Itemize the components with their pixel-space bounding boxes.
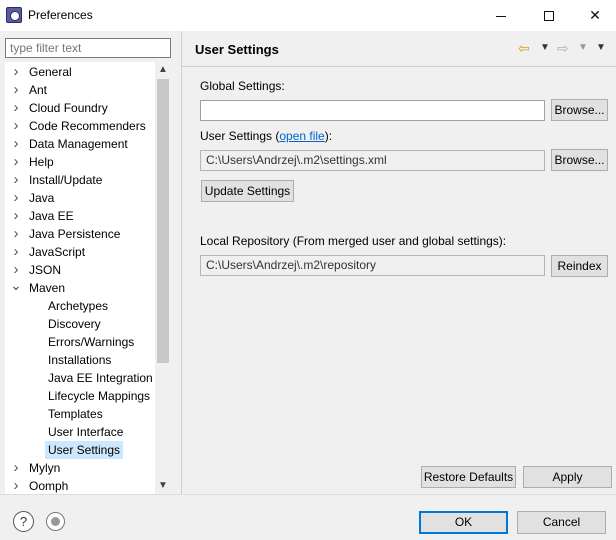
chevron-right-icon[interactable]: › [10, 225, 22, 242]
chevron-right-icon[interactable]: › [10, 207, 22, 224]
chevron-right-icon[interactable]: › [10, 99, 22, 116]
tree-item-label: JavaScript [29, 245, 86, 259]
tree-item-label: Lifecycle Mappings [48, 389, 151, 403]
user-settings-field[interactable]: C:\Users\Andrzej\.m2\settings.xml [200, 150, 545, 171]
window-title: Preferences [28, 8, 93, 22]
minimize-icon [496, 15, 506, 17]
chevron-right-icon[interactable]: › [10, 81, 22, 98]
scroll-up-icon[interactable]: ▲ [155, 62, 171, 78]
import-export-icon[interactable] [46, 512, 65, 531]
maximize-icon [544, 11, 554, 22]
chevron-right-icon[interactable]: › [10, 117, 22, 134]
chevron-right-icon[interactable]: › [10, 477, 22, 494]
chevron-right-icon[interactable]: › [10, 153, 22, 170]
browse-user-button[interactable]: Browse... [551, 149, 608, 171]
chevron-down-icon[interactable]: ⌄ [10, 278, 22, 292]
back-arrow-icon[interactable]: ⇦ [518, 40, 530, 57]
tree-item-label: General [29, 65, 72, 79]
chevron-right-icon[interactable]: › [10, 243, 22, 260]
tree-scrollbar[interactable]: ▲ ▼ [155, 62, 171, 494]
ok-button[interactable]: OK [419, 511, 508, 534]
tree-item-label: Ant [29, 83, 48, 97]
tree-item-label: Java EE [29, 209, 74, 223]
pane-divider[interactable] [181, 31, 182, 494]
user-settings-label: User Settings (open file): [200, 129, 332, 143]
browse-global-button[interactable]: Browse... [551, 99, 608, 121]
tree-item-label: Errors/Warnings [48, 335, 135, 349]
tree-item-label: Java Persistence [29, 227, 121, 241]
tree-item-label: Install/Update [29, 173, 103, 187]
global-settings-label: Global Settings: [200, 79, 285, 93]
title-bar: Preferences ✕ [0, 0, 616, 31]
chevron-right-icon[interactable]: › [10, 171, 22, 188]
global-settings-field[interactable] [200, 100, 545, 121]
open-file-link[interactable]: open file [279, 129, 324, 143]
maximize-button[interactable] [526, 0, 572, 31]
user-settings-label-suffix: ): [324, 129, 333, 143]
forward-dropdown-icon[interactable]: ▼ [578, 42, 588, 53]
help-icon[interactable]: ? [13, 511, 34, 532]
filter-input[interactable] [5, 38, 171, 58]
chevron-right-icon[interactable]: › [10, 261, 22, 278]
tree-item-label: JSON [29, 263, 62, 277]
tree-item-label: Templates [48, 407, 103, 421]
tree-item-label: Code Recommenders [29, 119, 146, 133]
tree-item-label: Data Management [29, 137, 128, 151]
close-button[interactable]: ✕ [572, 0, 616, 31]
chevron-right-icon[interactable]: › [10, 459, 22, 476]
reindex-button[interactable]: Reindex [551, 255, 608, 277]
page-title: User Settings [195, 42, 279, 57]
chevron-right-icon[interactable]: › [10, 189, 22, 206]
cancel-button[interactable]: Cancel [517, 511, 606, 534]
tree-item-label: Maven [29, 281, 66, 295]
tree-item-label: Java EE Integration [48, 371, 153, 385]
tree-item-label: Mylyn [29, 461, 61, 475]
tree-item-label: Help [29, 155, 54, 169]
local-repository-label: Local Repository (From merged user and g… [200, 234, 507, 248]
scroll-down-icon[interactable]: ▼ [155, 478, 171, 494]
header-divider [182, 66, 616, 67]
back-dropdown-icon[interactable]: ▼ [540, 42, 550, 53]
update-settings-button[interactable]: Update Settings [201, 180, 294, 202]
tree-item-label: User Settings [45, 441, 124, 459]
scroll-thumb[interactable] [157, 79, 169, 363]
preferences-tree[interactable]: ▲ ▼ › General › Ant › Cloud Foundry › Code Reco… [5, 62, 171, 494]
tree-item-label: Installations [48, 353, 112, 367]
minimize-button[interactable] [478, 0, 524, 31]
tree-item-label: Java [29, 191, 55, 205]
chevron-right-icon[interactable]: › [10, 135, 22, 152]
apply-button[interactable]: Apply [523, 466, 612, 488]
local-repository-field: C:\Users\Andrzej\.m2\repository [200, 255, 545, 276]
tree-item-label: Archetypes [48, 299, 109, 313]
tree-item-label: User Interface [48, 425, 124, 439]
tree-item-label: Oomph [29, 479, 69, 493]
close-icon: ✕ [589, 7, 601, 23]
restore-defaults-button[interactable]: Restore Defaults [421, 466, 516, 488]
chevron-right-icon[interactable]: › [10, 63, 22, 80]
app-icon [6, 7, 22, 23]
user-settings-label-prefix: User Settings ( [200, 129, 280, 143]
forward-arrow-icon[interactable]: ⇨ [557, 40, 569, 57]
view-menu-icon[interactable]: ▼ [596, 42, 606, 53]
tree-item-label: Cloud Foundry [29, 101, 108, 115]
tree-item-label: Discovery [48, 317, 101, 331]
